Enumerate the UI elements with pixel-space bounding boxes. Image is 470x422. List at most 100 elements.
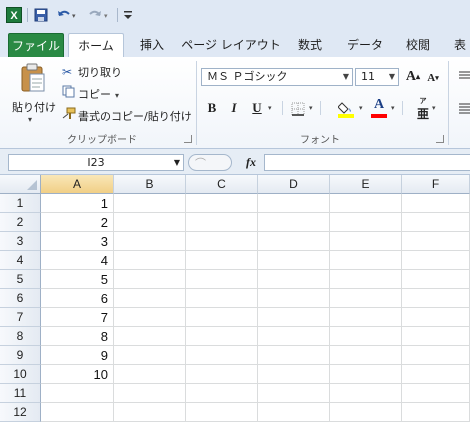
grid-cell[interactable] xyxy=(186,213,258,232)
underline-button[interactable]: U xyxy=(248,99,266,117)
column-header-c[interactable]: C xyxy=(186,175,258,194)
grid-cell[interactable] xyxy=(258,213,330,232)
undo-icon[interactable]: ▾ xyxy=(56,7,80,23)
column-header-b[interactable]: B xyxy=(114,175,186,194)
font-size-combo[interactable]: 11 ▼ xyxy=(355,68,399,86)
bold-button[interactable]: B xyxy=(203,99,221,117)
grid-cell[interactable] xyxy=(114,251,186,270)
tab-page-layout[interactable]: ページ レイアウト xyxy=(180,33,282,57)
fill-color-dropdown-icon[interactable]: ▾ xyxy=(359,104,363,112)
grid-cell[interactable] xyxy=(402,289,470,308)
grid-cell[interactable] xyxy=(330,213,402,232)
grid-cell[interactable] xyxy=(258,384,330,403)
grid-cell[interactable] xyxy=(186,251,258,270)
italic-button[interactable]: I xyxy=(225,99,243,117)
grid-cell[interactable]: 2 xyxy=(41,213,114,232)
grid-cell[interactable] xyxy=(330,365,402,384)
grid-cell[interactable] xyxy=(258,194,330,213)
grid-cell[interactable]: 4 xyxy=(41,251,114,270)
grid-cell[interactable] xyxy=(330,270,402,289)
cut-button[interactable]: ✂ 切り取り xyxy=(62,63,122,81)
row-header[interactable]: 12 xyxy=(0,403,41,422)
chevron-down-icon[interactable]: ▼ xyxy=(343,69,349,85)
grid-cell[interactable] xyxy=(41,384,114,403)
font-launcher-icon[interactable] xyxy=(436,135,444,143)
row-header[interactable]: 4 xyxy=(0,251,41,270)
save-icon[interactable] xyxy=(34,7,48,23)
grid-cell[interactable] xyxy=(114,346,186,365)
grid-cell[interactable] xyxy=(258,251,330,270)
grid-cell[interactable] xyxy=(330,384,402,403)
borders-icon[interactable] xyxy=(290,101,306,117)
shrink-font-button[interactable]: A▾ xyxy=(424,69,442,87)
grid-cell[interactable] xyxy=(330,327,402,346)
row-header[interactable]: 7 xyxy=(0,308,41,327)
borders-dropdown-icon[interactable]: ▾ xyxy=(309,104,313,112)
tab-data[interactable]: データ xyxy=(340,33,390,57)
underline-dropdown-icon[interactable]: ▾ xyxy=(268,104,272,112)
row-header[interactable]: 6 xyxy=(0,289,41,308)
row-header[interactable]: 11 xyxy=(0,384,41,403)
grid-cell[interactable] xyxy=(186,308,258,327)
phonetic-button[interactable]: ア 亜 xyxy=(414,98,432,122)
formula-splitter[interactable]: ⌒ xyxy=(188,154,232,171)
align-top-icon[interactable] xyxy=(457,69,470,83)
grid-cell[interactable] xyxy=(114,213,186,232)
excel-icon[interactable]: X xyxy=(6,7,22,23)
formula-input[interactable] xyxy=(264,154,470,171)
align-left-icon[interactable] xyxy=(457,101,470,115)
paste-dropdown-icon[interactable]: ▾ xyxy=(28,115,32,124)
grid-cell[interactable]: 3 xyxy=(41,232,114,251)
grid-cell[interactable] xyxy=(114,289,186,308)
grid-cell[interactable]: 5 xyxy=(41,270,114,289)
grid-cell[interactable] xyxy=(330,289,402,308)
tab-view[interactable]: 表 xyxy=(450,33,470,57)
grid-cell[interactable] xyxy=(402,232,470,251)
grid-cell[interactable] xyxy=(186,232,258,251)
column-header-f[interactable]: F xyxy=(402,175,470,194)
grid-cell[interactable]: 6 xyxy=(41,289,114,308)
font-color-button[interactable]: A xyxy=(370,97,388,119)
tab-file[interactable]: ファイル xyxy=(8,33,64,57)
grid-cell[interactable] xyxy=(114,365,186,384)
grid-cell[interactable] xyxy=(186,327,258,346)
row-header[interactable]: 5 xyxy=(0,270,41,289)
row-header[interactable]: 8 xyxy=(0,327,41,346)
row-header[interactable]: 10 xyxy=(0,365,41,384)
grid-cell[interactable] xyxy=(402,346,470,365)
copy-button[interactable]: コピー ▾ xyxy=(62,85,119,103)
name-box[interactable]: I23 ▼ xyxy=(8,154,184,171)
grid-cell[interactable] xyxy=(330,308,402,327)
grid-cell[interactable] xyxy=(402,251,470,270)
grid-cell[interactable] xyxy=(330,346,402,365)
grid-cell[interactable] xyxy=(186,194,258,213)
grid-cell[interactable] xyxy=(330,194,402,213)
grid-cell[interactable] xyxy=(114,194,186,213)
clipboard-launcher-icon[interactable] xyxy=(184,135,192,143)
row-header[interactable]: 3 xyxy=(0,232,41,251)
row-header[interactable]: 1 xyxy=(0,194,41,213)
grid-cell[interactable] xyxy=(114,403,186,422)
customize-qat-icon[interactable] xyxy=(122,7,134,23)
row-header[interactable]: 9 xyxy=(0,346,41,365)
column-header-e[interactable]: E xyxy=(330,175,402,194)
font-name-combo[interactable]: ＭＳ Ｐゴシック ▼ xyxy=(201,68,353,86)
grid-cell[interactable] xyxy=(258,365,330,384)
grid-cell[interactable] xyxy=(186,346,258,365)
worksheet-grid[interactable]: A B C D E F 1 1 2 2 3 3 4 4 5 5 6 6 7 7 8 8 9 9 10 10 11 12 xyxy=(0,175,470,422)
chevron-down-icon[interactable]: ▼ xyxy=(174,155,180,170)
chevron-down-icon[interactable]: ▼ xyxy=(389,69,395,85)
grid-cell[interactable] xyxy=(186,365,258,384)
grid-cell[interactable] xyxy=(330,232,402,251)
grow-font-button[interactable]: A▴ xyxy=(404,68,422,86)
grid-cell[interactable] xyxy=(258,308,330,327)
column-header-d[interactable]: D xyxy=(258,175,330,194)
format-painter-button[interactable]: 書式のコピー/貼り付け xyxy=(62,107,192,125)
paste-button[interactable]: 貼り付け ▾ xyxy=(10,61,56,127)
row-header[interactable]: 2 xyxy=(0,213,41,232)
grid-cell[interactable] xyxy=(114,308,186,327)
grid-cell[interactable] xyxy=(402,213,470,232)
grid-cell[interactable] xyxy=(114,384,186,403)
copy-dropdown-icon[interactable]: ▾ xyxy=(115,91,119,100)
grid-cell[interactable] xyxy=(114,327,186,346)
